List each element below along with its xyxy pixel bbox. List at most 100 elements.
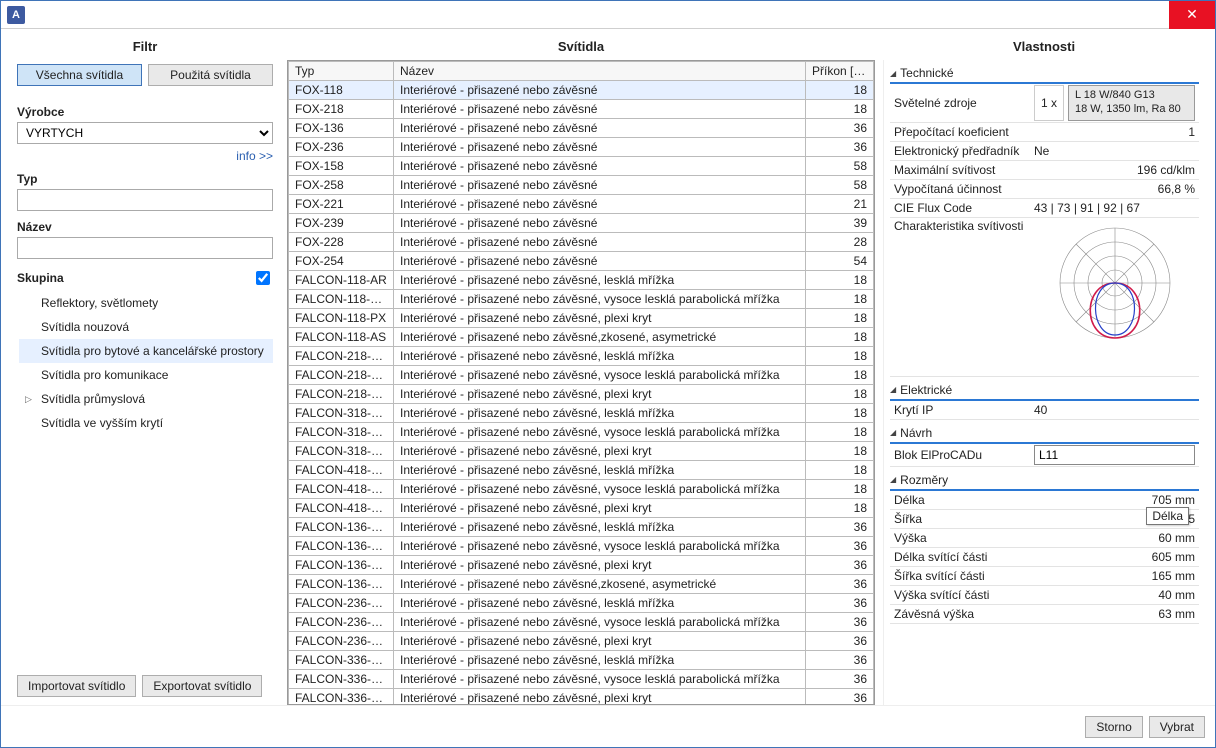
- table-row[interactable]: FALCON-118-BAPInteriérové - přisazené ne…: [289, 290, 874, 309]
- col-prikon[interactable]: Příkon [W]: [806, 62, 874, 81]
- v-vyska-sv: 40 mm: [1030, 587, 1199, 603]
- head-technicke[interactable]: Technické: [890, 64, 1199, 84]
- cell-nazev: Interiérové - přisazené nebo závěsné, pl…: [394, 442, 806, 461]
- info-link[interactable]: info >>: [17, 149, 273, 163]
- type-input[interactable]: [17, 189, 273, 211]
- table-row[interactable]: FALCON-336-BAPInteriérové - přisazené ne…: [289, 670, 874, 689]
- cell-prikon: 36: [806, 632, 874, 651]
- section-elektricke: Elektrické Krytí IP40: [890, 381, 1199, 420]
- table-row[interactable]: FOX-228Interiérové - přisazené nebo závě…: [289, 233, 874, 252]
- table-row[interactable]: FALCON-136-ARInteriérové - přisazené neb…: [289, 518, 874, 537]
- cell-prikon: 18: [806, 423, 874, 442]
- filter-content: Všechna svítidla Použitá svítidla Výrobc…: [11, 60, 279, 705]
- table-row[interactable]: FOX-239Interiérové - přisazené nebo závě…: [289, 214, 874, 233]
- table-row[interactable]: FOX-236Interiérové - přisazené nebo závě…: [289, 138, 874, 157]
- name-input[interactable]: [17, 237, 273, 259]
- cell-nazev: Interiérové - přisazené nebo závěsné,zko…: [394, 575, 806, 594]
- cell-typ: FALCON-136-AR: [289, 518, 394, 537]
- table-row[interactable]: FOX-158Interiérové - přisazené nebo závě…: [289, 157, 874, 176]
- properties-scroll[interactable]: Technické Světelné zdroje 1 x L 18 W/840…: [883, 60, 1205, 705]
- cell-prikon: 18: [806, 347, 874, 366]
- block-input[interactable]: [1034, 445, 1195, 465]
- footer: Storno Vybrat: [1, 705, 1215, 747]
- table-row[interactable]: FOX-136Interiérové - přisazené nebo závě…: [289, 119, 874, 138]
- table-row[interactable]: FALCON-418-ARInteriérové - přisazené neb…: [289, 461, 874, 480]
- table-row[interactable]: FALCON-236-BAPInteriérové - přisazené ne…: [289, 613, 874, 632]
- group-item[interactable]: Svítidla průmyslová: [19, 387, 273, 411]
- tab-used-luminaires[interactable]: Použitá svítidla: [148, 64, 273, 86]
- table-row[interactable]: FALCON-218-BAPInteriérové - přisazené ne…: [289, 366, 874, 385]
- table-row[interactable]: FALCON-336-PXInteriérové - přisazené neb…: [289, 689, 874, 705]
- manufacturer-select[interactable]: VYRTYCH: [17, 122, 273, 144]
- k-delka-sv: Délka svítící části: [890, 549, 1030, 565]
- table-row[interactable]: FALCON-336-ARInteriérové - přisazené neb…: [289, 651, 874, 670]
- cell-nazev: Interiérové - přisazené nebo závěsné, vy…: [394, 290, 806, 309]
- table-row[interactable]: FALCON-118-ARInteriérové - přisazené neb…: [289, 271, 874, 290]
- light-source-detail[interactable]: L 18 W/840 G13 18 W, 1350 lm, Ra 80: [1068, 85, 1195, 121]
- table-row[interactable]: FOX-221Interiérové - přisazené nebo závě…: [289, 195, 874, 214]
- table-row[interactable]: FALCON-218-PXInteriérové - přisazené neb…: [289, 385, 874, 404]
- cell-prikon: 36: [806, 575, 874, 594]
- cell-nazev: Interiérové - přisazené nebo závěsné, pl…: [394, 556, 806, 575]
- v-delka: 705 mm: [1030, 492, 1199, 508]
- cell-nazev: Interiérové - přisazené nebo závěsné, le…: [394, 518, 806, 537]
- head-rozmery[interactable]: Rozměry: [890, 471, 1199, 491]
- col-typ[interactable]: Typ: [289, 62, 394, 81]
- k-ucinnost: Vypočítaná účinnost: [890, 181, 1030, 197]
- close-button[interactable]: ✕: [1169, 1, 1215, 29]
- cell-prikon: 58: [806, 176, 874, 195]
- group-item[interactable]: Svítidla pro bytové a kancelářské prosto…: [19, 339, 273, 363]
- v-sirka-sv: 165 mm: [1030, 568, 1199, 584]
- table-row[interactable]: FALCON-236-PXInteriérové - přisazené neb…: [289, 632, 874, 651]
- table-row[interactable]: FALCON-236-ARInteriérové - přisazené neb…: [289, 594, 874, 613]
- group-checkbox[interactable]: [256, 271, 270, 285]
- cell-nazev: Interiérové - přisazené nebo závěsné: [394, 157, 806, 176]
- export-button[interactable]: Exportovat svítidlo: [142, 675, 262, 697]
- cell-nazev: Interiérové - přisazené nebo závěsné: [394, 100, 806, 119]
- k-delka: Délka: [890, 492, 1030, 508]
- cell-nazev: Interiérové - přisazené nebo závěsné, le…: [394, 651, 806, 670]
- table-row[interactable]: FOX-258Interiérové - přisazené nebo závě…: [289, 176, 874, 195]
- table-row[interactable]: FALCON-318-BAPInteriérové - přisazené ne…: [289, 423, 874, 442]
- body-area: Filtr Všechna svítidla Použitá svítidla …: [1, 29, 1215, 705]
- k-vyska: Výška: [890, 530, 1030, 546]
- group-item[interactable]: Svítidla nouzová: [19, 315, 273, 339]
- cell-nazev: Interiérové - přisazené nebo závěsné: [394, 233, 806, 252]
- tab-all-luminaires[interactable]: Všechna svítidla: [17, 64, 142, 86]
- luminaires-scroll[interactable]: Typ Název Příkon [W] FOX-118Interiérové …: [288, 61, 874, 704]
- col-nazev[interactable]: Název: [394, 62, 806, 81]
- vybrat-button[interactable]: Vybrat: [1149, 716, 1205, 738]
- head-navrh[interactable]: Návrh: [890, 424, 1199, 444]
- table-row[interactable]: FALCON-136-PXInteriérové - přisazené neb…: [289, 556, 874, 575]
- cell-prikon: 58: [806, 157, 874, 176]
- table-row[interactable]: FOX-254Interiérové - přisazené nebo závě…: [289, 252, 874, 271]
- import-button[interactable]: Importovat svítidlo: [17, 675, 136, 697]
- table-row[interactable]: FALCON-418-BAPInteriérové - přisazené ne…: [289, 480, 874, 499]
- cell-nazev: Interiérové - přisazené nebo závěsné, le…: [394, 347, 806, 366]
- cell-typ: FOX-228: [289, 233, 394, 252]
- app-icon: A: [7, 6, 25, 24]
- table-row[interactable]: FALCON-418-PXInteriérové - přisazené neb…: [289, 499, 874, 518]
- table-row[interactable]: FALCON-136-BAPInteriérové - přisazené ne…: [289, 537, 874, 556]
- table-row[interactable]: FOX-118Interiérové - přisazené nebo závě…: [289, 81, 874, 100]
- table-row[interactable]: FALCON-136-ASInteriérové - přisazené neb…: [289, 575, 874, 594]
- head-elektricke[interactable]: Elektrické: [890, 381, 1199, 401]
- cell-prikon: 18: [806, 309, 874, 328]
- table-row[interactable]: FALCON-218-ARInteriérové - přisazené neb…: [289, 347, 874, 366]
- table-row[interactable]: FALCON-318-ARInteriérové - přisazené neb…: [289, 404, 874, 423]
- cell-typ: FALCON-236-PX: [289, 632, 394, 651]
- cell-typ: FOX-136: [289, 119, 394, 138]
- cell-nazev: Interiérové - přisazené nebo závěsné, pl…: [394, 309, 806, 328]
- group-item[interactable]: Reflektory, světlomety: [19, 291, 273, 315]
- table-row[interactable]: FALCON-318-PXInteriérové - přisazené neb…: [289, 442, 874, 461]
- storno-button[interactable]: Storno: [1085, 716, 1142, 738]
- table-row[interactable]: FALCON-118-PXInteriérové - přisazené neb…: [289, 309, 874, 328]
- k-vyska-sv: Výška svítící části: [890, 587, 1030, 603]
- group-item[interactable]: Svítidla pro komunikace: [19, 363, 273, 387]
- cell-prikon: 36: [806, 594, 874, 613]
- table-row[interactable]: FOX-218Interiérové - přisazené nebo závě…: [289, 100, 874, 119]
- cell-typ: FOX-239: [289, 214, 394, 233]
- group-item[interactable]: Svítidla ve vyšším krytí: [19, 411, 273, 435]
- table-row[interactable]: FALCON-118-ASInteriérové - přisazené neb…: [289, 328, 874, 347]
- polar-diagram: [1040, 223, 1190, 373]
